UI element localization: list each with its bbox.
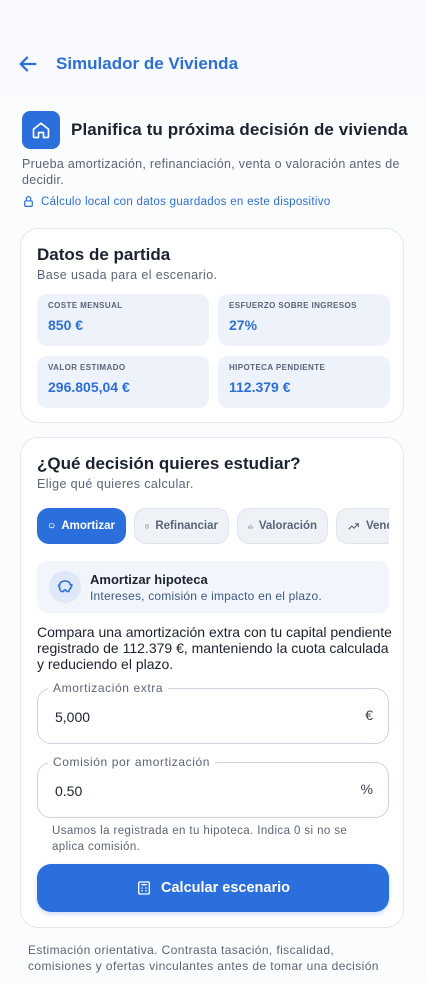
- datos-subtitle: Base usada para el escenario.: [37, 268, 218, 282]
- stat-label: Esfuerzo sobre ingresos: [229, 301, 357, 310]
- decision-subtitle: Elige qué quieres calcular.: [37, 477, 194, 491]
- tab-valoracion[interactable]: Valoración: [237, 508, 328, 544]
- intro-subtitle: Prueba amortización, refinanciación, ven…: [22, 157, 400, 187]
- back-button[interactable]: [14, 50, 42, 78]
- stat-value: 850 €: [48, 317, 84, 333]
- top-app-bar: Simulador de Vivienda: [0, 0, 426, 96]
- intro-title: Planifica tu próxima decisión de viviend…: [71, 120, 408, 139]
- calculator-icon: [145, 524, 149, 528]
- tab-label: Valoración: [258, 520, 317, 532]
- piggy-bank-icon: [48, 523, 55, 529]
- home-icon: [248, 524, 253, 529]
- datos-title: Datos de partida: [37, 245, 171, 264]
- amortizacion-extra-field: Amortización extra €: [37, 681, 389, 745]
- euro-unit: €: [365, 707, 373, 723]
- comision-field: Comisión por amortización %: [37, 755, 389, 819]
- stat-hipoteca-pendiente: Hipoteca pendiente 112.379 €: [218, 356, 390, 408]
- stat-label: Hipoteca pendiente: [229, 363, 326, 372]
- stat-label: Coste mensual: [48, 301, 123, 310]
- decision-card: ¿Qué decisión quieres estudiar? Elige qu…: [20, 437, 404, 928]
- option-icon: [49, 571, 81, 603]
- stat-label: Valor estimado: [48, 363, 126, 372]
- arrow-left-icon: [19, 56, 37, 72]
- intro-icon: [22, 111, 60, 149]
- selected-option-summary: Amortizar hipoteca Intereses, comisión e…: [37, 561, 389, 613]
- trending-up-icon: [348, 522, 359, 530]
- comision-helper-text: Usamos la registrada en tu hipoteca. Ind…: [52, 825, 348, 853]
- button-label: Calcular escenario: [161, 880, 290, 896]
- piggy-bank-icon: [57, 580, 73, 593]
- decision-title: ¿Qué decisión quieres estudiar?: [37, 454, 301, 473]
- tab-refinanciar[interactable]: Refinanciar: [134, 508, 229, 544]
- tab-vender[interactable]: Vender: [336, 508, 389, 544]
- privacy-note: Cálculo local con datos guardados en est…: [22, 195, 331, 208]
- tab-label: Refinanciar: [155, 520, 218, 532]
- decision-tabs: Amortizar Refinanciar Valoración Vender: [37, 508, 389, 546]
- tab-amortizar[interactable]: Amortizar: [37, 508, 126, 544]
- tab-label: Vender: [366, 520, 389, 532]
- privacy-text: Cálculo local con datos guardados en est…: [41, 195, 331, 208]
- comision-input[interactable]: [53, 763, 347, 819]
- stat-esfuerzo: Esfuerzo sobre ingresos 27%: [218, 294, 390, 346]
- option-subtitle: Intereses, comisión e impacto en el plaz…: [90, 589, 322, 603]
- disclaimer: Estimación orientativa. Contrasta tasaci…: [28, 943, 379, 973]
- stat-value: 296.805,04 €: [48, 379, 130, 395]
- option-title: Amortizar hipoteca: [90, 572, 208, 587]
- datos-card: Datos de partida Base usada para el esce…: [20, 228, 404, 423]
- amortizacion-extra-input[interactable]: [53, 689, 347, 745]
- stat-valor-estimado: Valor estimado 296.805,04 €: [37, 356, 209, 408]
- page-title: Simulador de Vivienda: [56, 54, 239, 73]
- stat-value: 112.379 €: [229, 379, 291, 395]
- percent-unit: %: [360, 781, 373, 797]
- home-icon: [32, 122, 50, 139]
- tab-label: Amortizar: [61, 520, 115, 532]
- calcular-escenario-button[interactable]: Calcular escenario: [37, 864, 389, 912]
- lock-icon: [24, 196, 33, 207]
- stat-value: 27%: [229, 317, 258, 333]
- scenario-description: Compara una amortización extra con tu ca…: [37, 624, 392, 672]
- calculator-icon: [138, 881, 151, 895]
- stat-coste-mensual: Coste mensual 850 €: [37, 294, 209, 346]
